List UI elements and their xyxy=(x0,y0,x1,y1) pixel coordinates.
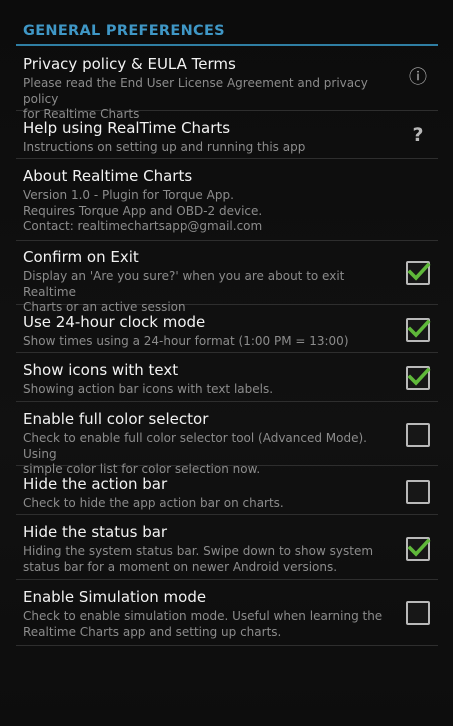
checkbox-show-icons-with-text[interactable] xyxy=(406,366,431,390)
pref-simulation-mode[interactable]: Enable Simulation mode Check to enable s… xyxy=(16,580,438,646)
checkbox-hide-action-bar[interactable] xyxy=(406,480,430,504)
pref-summary: Showing action bar icons with text label… xyxy=(23,382,274,396)
checkmark-icon xyxy=(407,538,431,557)
pref-hide-status-bar[interactable]: Hide the status bar Hiding the system st… xyxy=(16,515,438,580)
pref-summary: Hiding the system status bar. Swipe down… xyxy=(23,544,374,574)
pref-help[interactable]: Help using RealTime Charts Instructions … xyxy=(16,111,438,159)
pref-about[interactable]: About Realtime Charts Version 1.0 - Plug… xyxy=(16,159,438,241)
checkmark-icon xyxy=(407,262,431,281)
pref-privacy-policy[interactable]: Privacy policy & EULA Terms Please read … xyxy=(16,47,438,121)
pref-title: Confirm on Exit xyxy=(23,248,139,266)
info-icon: ⓘ xyxy=(409,67,427,88)
checkmark-icon xyxy=(407,367,431,386)
checkbox-24-hour-clock[interactable] xyxy=(406,318,431,342)
checkbox-hide-status-bar[interactable] xyxy=(406,537,431,561)
checkmark-icon xyxy=(407,319,431,338)
pref-title: About Realtime Charts xyxy=(23,167,193,185)
checkbox-confirm-on-exit[interactable] xyxy=(406,261,431,285)
pref-summary: Instructions on setting up and running t… xyxy=(23,140,306,154)
section-header: GENERAL PREFERENCES xyxy=(16,0,438,46)
pref-title: Help using RealTime Charts xyxy=(23,119,231,137)
pref-summary: Check to hide the app action bar on char… xyxy=(23,496,284,510)
pref-title: Hide the status bar xyxy=(23,523,168,541)
pref-24-hour-clock[interactable]: Use 24-hour clock mode Show times using … xyxy=(16,305,438,353)
pref-title: Enable Simulation mode xyxy=(23,588,207,606)
pref-title: Hide the action bar xyxy=(23,475,168,493)
checkbox-simulation-mode[interactable] xyxy=(406,601,430,625)
pref-title: Show icons with text xyxy=(23,361,179,379)
section-title: GENERAL PREFERENCES xyxy=(23,23,225,39)
help-icon: ? xyxy=(412,124,424,146)
pref-confirm-on-exit[interactable]: Confirm on Exit Display an 'Are you sure… xyxy=(16,241,438,314)
pref-title: Privacy policy & EULA Terms xyxy=(23,55,236,73)
pref-hide-action-bar[interactable]: Hide the action bar Check to hide the ap… xyxy=(16,466,438,515)
preferences-screen: GENERAL PREFERENCES Privacy policy & EUL… xyxy=(0,0,453,726)
pref-full-color-selector[interactable]: Enable full color selector Check to enab… xyxy=(16,402,438,476)
checkbox-full-color-selector[interactable] xyxy=(406,423,430,447)
pref-title: Enable full color selector xyxy=(23,410,209,428)
pref-summary: Version 1.0 - Plugin for Torque App. Req… xyxy=(23,188,263,233)
pref-summary: Check to enable simulation mode. Useful … xyxy=(23,609,383,639)
pref-title: Use 24-hour clock mode xyxy=(23,313,206,331)
pref-summary: Show times using a 24-hour format (1:00 … xyxy=(23,334,349,348)
pref-show-icons-with-text[interactable]: Show icons with text Showing action bar … xyxy=(16,353,438,402)
